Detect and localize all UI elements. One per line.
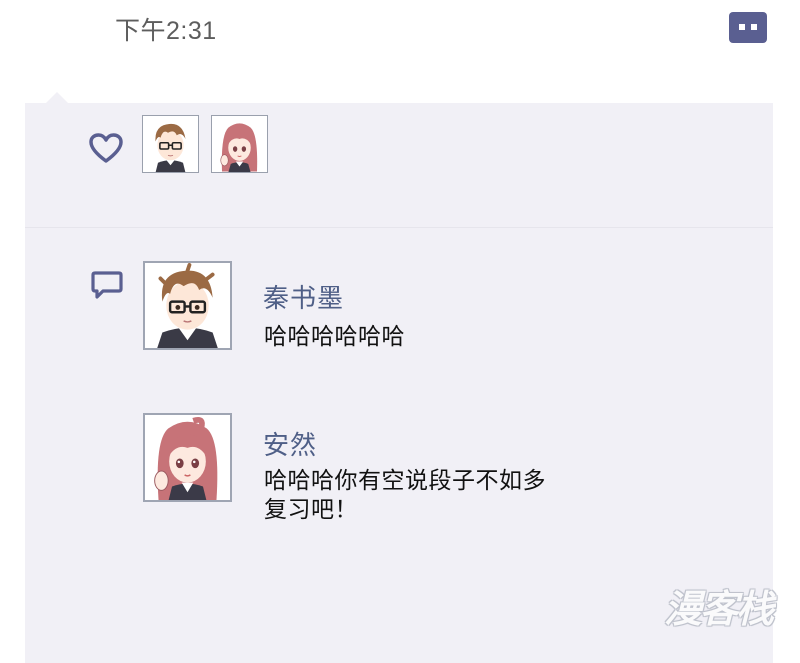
interaction-panel [25,103,773,663]
comment-button[interactable] [729,12,767,43]
comment-text: 哈哈哈你有空说段子不如多 复习吧！ [264,466,594,524]
comment-avatar-anran[interactable] [143,413,232,502]
comment-avatar-qin[interactable] [143,261,232,350]
comment-author-name[interactable]: 秦书墨 [263,278,344,315]
comment-text-line: 哈哈哈你有空说段子不如多 [264,467,546,493]
comment-bubble-icon [729,12,767,43]
comment-text-line: 哈哈哈哈哈哈 [264,323,405,349]
like-avatar-boy[interactable] [142,115,199,173]
panel-pointer [46,92,68,103]
comment-text: 哈哈哈哈哈哈 [264,322,594,351]
like-avatar-girl[interactable] [211,115,268,173]
comments-section-icon [91,270,123,300]
post-timestamp: 下午2:31 [115,17,217,45]
boy-glasses-avatar [143,116,198,172]
likes-section-icon [88,132,124,164]
site-watermark: 漫客栈 [664,589,774,631]
comment-text-line: 复习吧！ [264,496,358,522]
speech-bubble-icon [91,271,123,299]
girl-pink-hair-avatar [212,116,267,172]
heart-outline-icon [89,133,123,163]
girl-pink-hair-avatar [145,415,230,500]
boy-glasses-avatar [145,263,230,348]
comment-author-name[interactable]: 安然 [263,425,317,462]
section-divider [25,227,773,228]
